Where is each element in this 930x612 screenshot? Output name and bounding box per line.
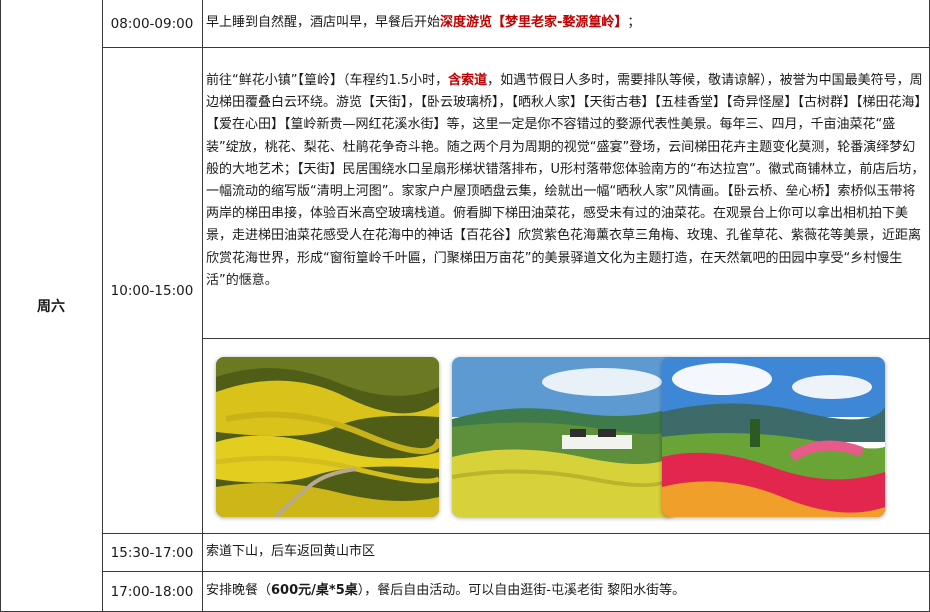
activity-text-4a: 安排晚餐（: [206, 583, 272, 599]
terraced-rapeseed-fields-photo: [216, 357, 439, 517]
activity-highlight-1: 深度游览【梦里老家-婺源篁岭】: [440, 15, 628, 31]
time-cell-1: 08:00-09:00: [110, 15, 194, 32]
itinerary-table: 周六 08:00-09:00 10:00-15:00 15:30-17:00 1…: [0, 0, 930, 612]
valley-village-photo: [452, 357, 675, 517]
dinner-price-highlight: 600元/桌*5桌: [271, 583, 358, 599]
activity-text-3: 索道下山，后车返回黄山市区: [206, 544, 376, 560]
activity-cell-2: 前往“鲜花小镇”【篁岭】（车程约1.5小时，含索道，如遇节假日人多时，需要排队等…: [203, 70, 925, 332]
cable-car-included-highlight: 含索道: [448, 73, 488, 88]
activity-text-2a: 前往“鲜花小镇”【篁岭】（车程约1.5小时，: [206, 73, 449, 88]
activity-text-4b: ），餐后自由活动。可以自由逛街-屯溪老街 黎阳水街等。: [357, 583, 686, 599]
activity-text-1a: 早上睡到自然醒，酒店叫早，早餐后开始: [206, 15, 441, 31]
activity-cell-4: 安排晚餐（ 600元/桌*5桌 ），餐后自由活动。可以自由逛街-屯溪老街 黎阳水街等…: [203, 572, 925, 611]
cell-divider-photos: [203, 338, 930, 339]
time-cell-2: 10:00-15:00: [110, 282, 194, 299]
time-cell-3: 15:30-17:00: [110, 544, 194, 561]
activity-cell-3: 索道下山，后车返回黄山市区: [203, 534, 925, 571]
activity-text-2b: ，如遇节假日人多时，需要排队等候，敬请谅解），被誉为中国最美符号，周边梯田覆叠白…: [206, 73, 925, 288]
day-label: 周六: [37, 299, 65, 315]
flower-hillside-photo: [662, 357, 885, 517]
activity-cell-1: 早上睡到自然醒，酒店叫早，早餐后开始 深度游览【梦里老家-婺源篁岭】；: [203, 0, 925, 47]
activity-text-1b: ；: [627, 15, 641, 31]
row-divider-1: [102, 47, 930, 48]
time-cell-4: 17:00-18:00: [110, 583, 194, 600]
